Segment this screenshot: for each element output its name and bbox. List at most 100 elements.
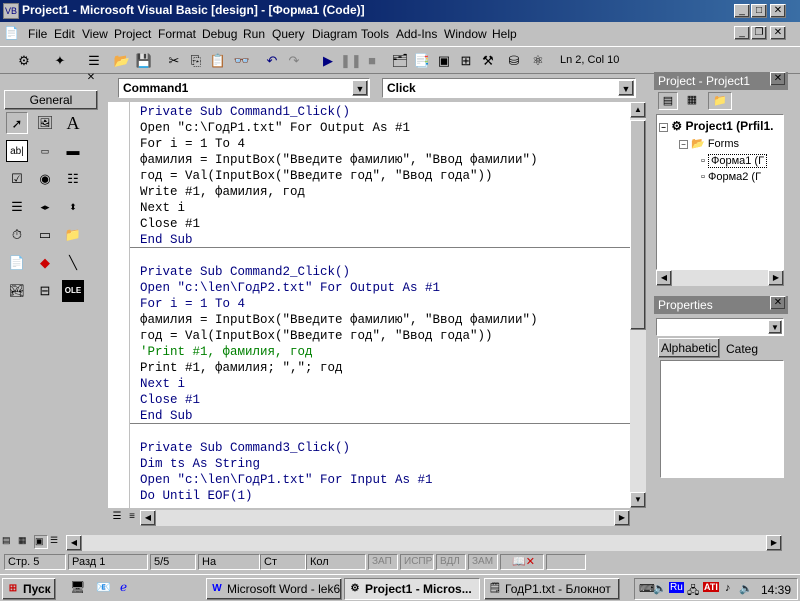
code-line[interactable]: Open "c:\len\ГодР2.txt" For Output As #1 [140,280,440,296]
code-line[interactable]: End Sub [140,408,193,424]
data-view-icon[interactable]: ⛁ [504,51,524,71]
listbox-icon[interactable]: ☰ [6,196,28,218]
tray-language-indicator[interactable]: Ru [669,582,684,593]
chevron-down-icon[interactable]: ▼ [768,320,782,334]
start-button[interactable]: ⊞ Пуск [2,578,56,600]
scroll-left-icon[interactable]: ◀ [140,510,156,526]
redo-icon[interactable]: ↷ [284,51,304,71]
print-view-icon[interactable]: ▣ [34,535,48,549]
spelling-status-icon[interactable]: 📖✕ [500,554,544,570]
code-line[interactable]: Write #1, фамилия, год [140,184,305,200]
properties-grid[interactable] [660,360,784,478]
tray-agent-icon[interactable]: ♪ [725,582,731,594]
child-restore-button[interactable]: ❐ [751,26,767,40]
project-close-icon[interactable]: ✕ [770,72,786,86]
add-project-icon[interactable]: ⚙ [14,51,34,71]
scroll-thumb[interactable] [630,120,646,330]
full-module-view-icon[interactable]: ≡ [125,510,139,526]
collapse-icon[interactable]: − [659,123,668,132]
code-line[interactable]: Open "c:\len\ГодР1.txt" For Input As #1 [140,472,433,488]
status-ext[interactable]: ВДЛ [436,554,466,570]
toolbox-icon[interactable]: ⚒ [478,51,498,71]
task-notepad[interactable]: 🗒 ГодР1.txt - Блокнот [484,578,620,600]
close-button[interactable]: ✕ [770,4,786,18]
menu-addins[interactable]: Add-Ins [396,27,437,41]
code-line[interactable]: Next i [140,376,185,392]
view-code-icon[interactable]: ▤ [658,92,678,110]
child-minimize-button[interactable]: _ [734,26,750,40]
code-line[interactable]: For i = 1 To 4 [140,296,245,312]
properties-close-icon[interactable]: ✕ [770,296,786,310]
menu-query[interactable]: Query [272,27,305,41]
label-icon[interactable]: A [62,112,84,134]
object-browser-icon[interactable]: ⊞ [456,51,476,71]
quicklaunch-outlook-icon[interactable]: 📧 [96,580,112,596]
cut-icon[interactable]: ✂ [164,51,184,71]
find-icon[interactable]: 👓 [232,51,252,71]
menu-edit[interactable]: Edit [54,27,75,41]
dirlistbox-icon[interactable]: 📁 [62,224,84,246]
maximize-button[interactable]: □ [751,4,767,18]
quicklaunch-ie-icon[interactable]: ℯ [120,580,136,596]
scroll-left-icon[interactable]: ◀ [656,270,672,286]
tree-item-form1[interactable]: ▫ Форма1 (Г [701,154,768,168]
picturebox-icon[interactable]: 🖼 [34,112,56,134]
menu-diagram[interactable]: Diagram [312,27,357,41]
toolbox-tab-general[interactable]: General [4,90,98,110]
collapse-icon[interactable]: − [679,140,688,149]
minimize-button[interactable]: _ [734,4,750,18]
toggle-folders-icon[interactable]: 📁 [708,92,732,110]
menu-editor-icon[interactable]: ☰ [84,51,104,71]
outline-view-icon[interactable]: ☰ [50,535,64,549]
combobox-icon[interactable]: ☷ [62,168,84,190]
project-horizontal-scrollbar[interactable] [656,270,784,286]
undo-icon[interactable]: ↶ [262,51,282,71]
scroll-down-icon[interactable]: ▼ [630,492,646,508]
code-line[interactable]: Private Sub Command1_Click() [140,104,350,120]
paste-icon[interactable]: 📋 [208,51,228,71]
view-object-icon[interactable]: ▦ [682,92,702,110]
tab-alphabetic[interactable]: Alphabetic [658,338,720,358]
status-ovr[interactable]: ЗАМ [468,554,498,570]
menu-project[interactable]: Project [114,27,151,41]
properties-window-icon[interactable]: 📑 [412,51,432,71]
copy-icon[interactable]: ⎘ [186,51,206,71]
code-line[interactable]: For i = 1 To 4 [140,136,245,152]
image-icon[interactable]: 🏞 [6,280,28,302]
tray-ati-icon[interactable]: ATI [703,582,719,592]
tray-volume-icon[interactable]: 🔊 [653,582,667,595]
code-line[interactable]: Do Until EOF(1) [140,488,253,504]
procedure-combo[interactable]: Click ▼ [382,78,636,98]
tree-item-form2[interactable]: ▫ Форма2 (Г [701,171,761,183]
child-close-button[interactable]: ✕ [770,26,786,40]
code-line[interactable]: Close #1 [140,216,200,232]
stop-icon[interactable]: ■ [362,51,382,71]
quicklaunch-desktop-icon[interactable]: 🖥 [70,580,86,596]
code-line[interactable]: год = Val(InputBox("Введите год", "Ввод … [140,168,493,184]
code-line[interactable]: фамилия = InputBox("Введите фамилию", "В… [140,312,538,328]
menu-debug[interactable]: Debug [202,27,237,41]
textbox-icon[interactable]: ab| [6,140,28,162]
pause-icon[interactable]: ❚❚ [340,51,362,71]
tray-clock[interactable]: 14:39 [761,583,791,597]
commandbutton-icon[interactable]: ▬ [62,140,84,162]
shape-icon[interactable]: ◆ [34,252,56,274]
code-comment-line[interactable]: 'Print #1, фамилия, год [140,344,313,360]
code-line[interactable]: Open "c:\ГодР1.txt" For Output As #1 [140,120,410,136]
task-word[interactable]: W Microsoft Word - lek6... [206,578,342,600]
frame-icon[interactable]: ▭ [34,140,56,162]
run-icon[interactable]: ▶ [318,51,338,71]
checkbox-icon[interactable]: ☑ [6,168,28,190]
save-icon[interactable]: 💾 [134,51,154,71]
code-line[interactable]: Dim ts As String [140,456,260,472]
scroll-right-icon[interactable]: ▶ [614,510,630,526]
doc-icon[interactable]: 📄 [4,26,20,42]
code-line[interactable]: Private Sub Command3_Click() [140,440,350,456]
word-horizontal-scrollbar[interactable] [82,535,766,551]
tray-network-icon[interactable]: 🖧 [687,582,699,601]
code-line[interactable]: Private Sub Command2_Click() [140,264,350,280]
form-layout-icon[interactable]: ▣ [434,51,454,71]
web-view-icon[interactable]: ▦ [18,535,32,549]
hscrollbar-icon[interactable]: ◂▸ [34,196,56,218]
open-folder-icon[interactable]: 📂 [112,51,132,71]
